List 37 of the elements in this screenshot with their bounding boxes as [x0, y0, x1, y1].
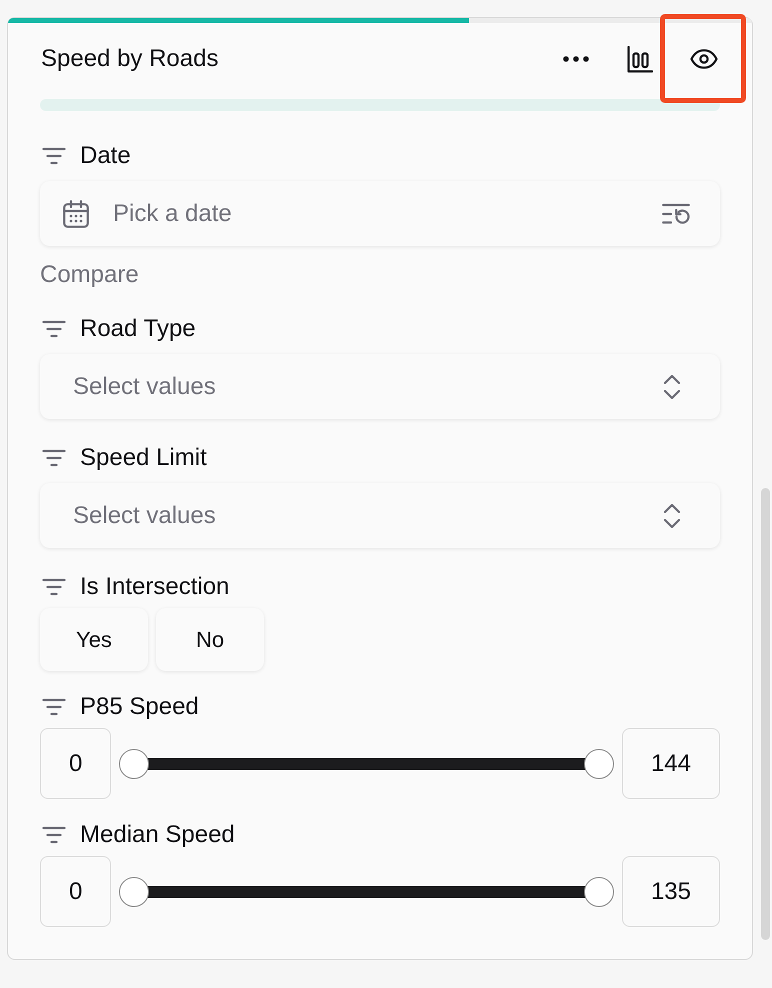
eye-icon — [690, 49, 718, 69]
filter-icon — [42, 826, 66, 844]
calendar-icon — [62, 200, 90, 228]
filter-icon — [42, 449, 66, 467]
filter-icon — [42, 147, 66, 165]
max-value-input[interactable]: 135 — [622, 856, 720, 927]
toggle-option[interactable]: Yes — [40, 608, 148, 671]
slider-thumb[interactable] — [584, 876, 614, 906]
reset-filter-icon[interactable] — [662, 202, 690, 224]
compare-label[interactable]: Compare — [40, 260, 720, 290]
range-slider-track[interactable] — [119, 748, 614, 778]
chevron-up-down-icon — [663, 502, 681, 528]
filter-label: Is Intersection — [80, 572, 230, 602]
min-value-input[interactable]: 0 — [40, 856, 112, 927]
max-value-input[interactable]: 144 — [622, 728, 720, 799]
select-field[interactable]: Select values — [40, 483, 720, 548]
scrollbar-thumb[interactable] — [761, 488, 770, 940]
min-value-input[interactable]: 0 — [40, 728, 112, 799]
toggle-option[interactable]: No — [156, 608, 264, 671]
range-slider-track[interactable] — [119, 876, 614, 906]
filter-label: Median Speed — [80, 820, 235, 850]
filter-label: Road Type — [80, 314, 196, 344]
panel-title: Speed by Roads — [41, 44, 218, 74]
slider-thumb[interactable] — [584, 748, 614, 778]
filter-label: P85 Speed — [80, 692, 199, 722]
chevron-up-down-icon — [663, 374, 681, 400]
date-field[interactable]: Pick a date — [40, 181, 720, 246]
filter-icon — [42, 698, 66, 716]
slider-thumb[interactable] — [119, 876, 150, 906]
filter-icon — [42, 320, 66, 338]
bar-chart-icon — [627, 46, 653, 72]
filter-icon — [42, 578, 66, 596]
more-icon — [563, 56, 589, 62]
filter-label: Speed Limit — [80, 443, 207, 473]
slider-thumb[interactable] — [119, 748, 150, 778]
select-field[interactable]: Select values — [40, 354, 720, 419]
filter-label: Date — [80, 141, 131, 171]
